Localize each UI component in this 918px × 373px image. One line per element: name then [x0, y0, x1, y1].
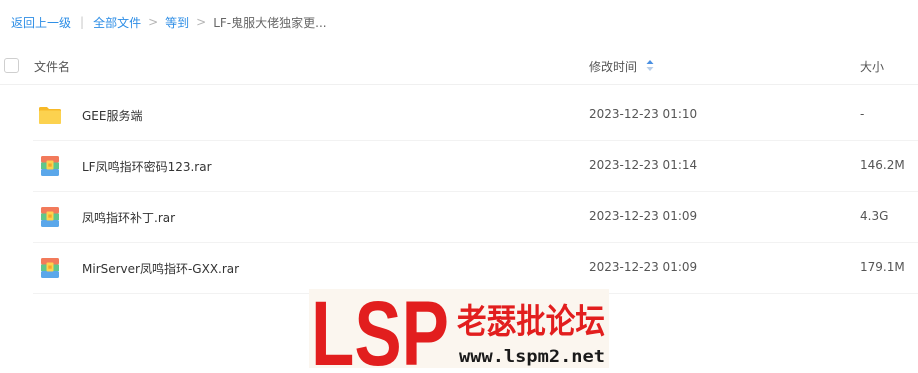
- breadcrumb: 返回上一级 | 全部文件 > 等到 > LF-鬼服大佬独家更...: [11, 13, 327, 31]
- file-size: 146.2M: [860, 158, 905, 172]
- back-link[interactable]: 返回上一级: [11, 14, 71, 31]
- folder-icon: [39, 107, 61, 124]
- sort-icon[interactable]: [646, 59, 654, 72]
- chevron-right-icon: >: [148, 15, 159, 29]
- watermark-logo-text: LSP: [311, 289, 449, 368]
- rar-archive-icon: [41, 207, 59, 227]
- table-row[interactable]: MirServer凤鸣指环-GXX.rar 2023-12-23 01:09 1…: [33, 243, 918, 294]
- current-folder: LF-鬼服大佬独家更...: [213, 15, 327, 30]
- table-row[interactable]: LF凤鸣指环密码123.rar 2023-12-23 01:14 146.2M: [33, 141, 918, 192]
- watermark-url-text: www.lspm2.net: [459, 347, 605, 367]
- file-name[interactable]: MirServer凤鸣指环-GXX.rar: [82, 260, 239, 277]
- all-files-link[interactable]: 全部文件: [93, 14, 141, 31]
- file-name[interactable]: 凤鸣指环补丁.rar: [82, 209, 175, 226]
- file-size: -: [860, 107, 865, 121]
- file-modified-time: 2023-12-23 01:14: [589, 158, 698, 172]
- file-name[interactable]: GEE服务端: [82, 107, 142, 124]
- column-header-size: 大小: [860, 60, 885, 74]
- file-modified-time: 2023-12-23 01:10: [589, 107, 698, 121]
- file-size: 4.3G: [860, 209, 889, 223]
- chevron-right-icon: >: [196, 15, 207, 29]
- file-name[interactable]: LF凤鸣指环密码123.rar: [82, 158, 212, 175]
- file-modified-time: 2023-12-23 01:09: [589, 209, 698, 223]
- table-row[interactable]: GEE服务端 2023-12-23 01:10 -: [33, 90, 918, 141]
- file-modified-time: 2023-12-23 01:09: [589, 260, 698, 274]
- watermark-cn-text: 老瑟批论坛: [457, 302, 605, 342]
- column-header-name: 文件名: [34, 60, 71, 74]
- column-header-modified[interactable]: 修改时间: [589, 58, 637, 75]
- rar-archive-icon: [41, 258, 59, 278]
- rar-archive-icon: [41, 156, 59, 176]
- watermark-banner: LSP 老瑟批论坛 www.lspm2.net: [309, 283, 609, 373]
- table-header: 文件名 修改时间 大小: [0, 48, 918, 85]
- folder-link[interactable]: 等到: [165, 14, 189, 31]
- table-row[interactable]: 凤鸣指环补丁.rar 2023-12-23 01:09 4.3G: [33, 192, 918, 243]
- file-size: 179.1M: [860, 260, 905, 274]
- select-all-checkbox[interactable]: [4, 58, 19, 73]
- breadcrumb-separator: |: [80, 15, 85, 29]
- watermark-logo: LSP 老瑟批论坛 www.lspm2.net: [311, 283, 605, 373]
